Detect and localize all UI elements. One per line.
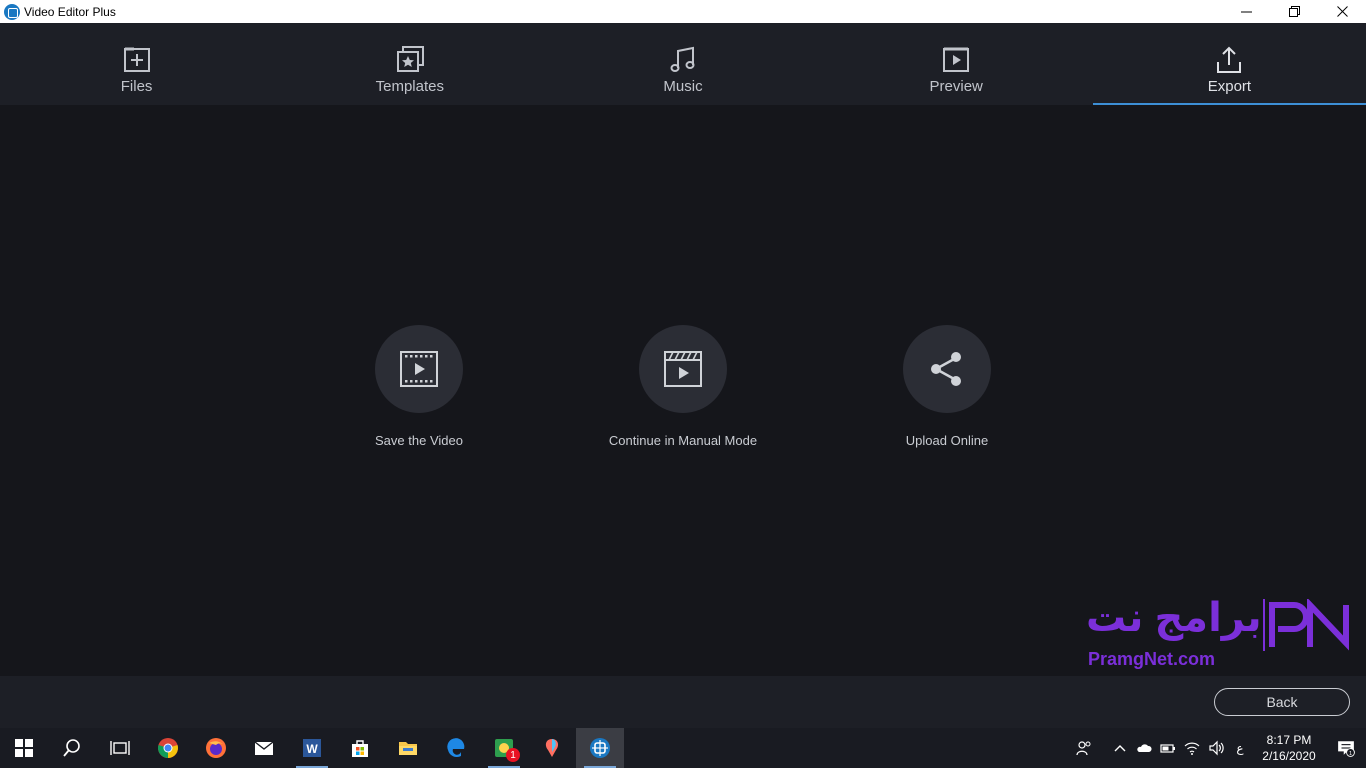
speaker-icon — [1209, 740, 1224, 756]
edge-icon — [447, 738, 465, 758]
notification-count: 1 — [1349, 751, 1352, 757]
main-nav: Files Templates Music Preview Export — [0, 23, 1366, 105]
tab-files-label: Files — [120, 78, 153, 95]
taskbar-paint-3d[interactable] — [528, 728, 576, 768]
taskbar-store[interactable] — [336, 728, 384, 768]
manual-mode-label: Continue in Manual Mode — [608, 433, 758, 448]
people-icon — [1076, 741, 1091, 756]
input-language-indicator[interactable]: ع — [1228, 741, 1252, 755]
people-button[interactable] — [1072, 728, 1096, 768]
export-panel: Save the Video Continue in Manual Mode U… — [0, 105, 1366, 676]
show-hidden-icons-button[interactable] — [1108, 728, 1132, 768]
chrome-icon — [158, 738, 178, 758]
upload-online-label: Upload Online — [905, 433, 989, 448]
taskbar-edge[interactable] — [432, 728, 480, 768]
restore-button[interactable] — [1270, 0, 1318, 23]
tab-preview[interactable]: Preview — [820, 23, 1093, 105]
manual-mode-option[interactable]: Continue in Manual Mode — [563, 325, 803, 448]
taskbar-word[interactable]: W — [288, 728, 336, 768]
system-tray: ع 8:17 PM 2/16/2020 1 — [1072, 728, 1366, 768]
word-icon: W — [303, 739, 321, 757]
action-center-button[interactable]: 1 — [1326, 728, 1366, 768]
upload-online-option[interactable]: Upload Online — [827, 325, 1067, 448]
restore-icon — [1288, 6, 1300, 17]
start-button[interactable] — [0, 728, 48, 768]
tab-templates-label: Templates — [375, 78, 444, 95]
tab-music-label: Music — [663, 78, 703, 95]
search-icon — [63, 739, 80, 757]
taskbar-photos-app[interactable]: 1 — [480, 728, 528, 768]
taskbar-firefox[interactable] — [192, 728, 240, 768]
battery-button[interactable] — [1156, 728, 1180, 768]
tab-preview-label: Preview — [929, 78, 983, 95]
minimize-button[interactable] — [1222, 0, 1270, 23]
add-file-icon — [123, 47, 150, 72]
pn-logo-icon — [1263, 599, 1349, 651]
pramgnet-watermark: برامج نت PramgNet.com — [1086, 595, 1366, 675]
clapperboard-icon — [664, 351, 702, 387]
save-video-label: Save the Video — [375, 433, 463, 448]
watermark-latin-text: PramgNet.com — [1088, 649, 1216, 669]
notification-icon: 1 — [1338, 741, 1355, 757]
tab-export[interactable]: Export — [1092, 23, 1366, 105]
minimize-icon — [1240, 11, 1252, 13]
search-button[interactable] — [48, 728, 96, 768]
window-title: Video Editor Plus — [24, 4, 116, 19]
tab-templates[interactable]: Templates — [273, 23, 546, 105]
export-upload-icon — [1217, 46, 1242, 73]
save-video-option[interactable]: Save the Video — [299, 325, 539, 448]
file-explorer-icon — [399, 742, 417, 755]
volume-button[interactable] — [1204, 728, 1228, 768]
templates-star-icon — [396, 46, 424, 72]
taskbar-mail[interactable] — [240, 728, 288, 768]
window-controls — [1222, 0, 1366, 23]
tab-files[interactable]: Files — [0, 23, 273, 105]
watermark-arabic-text: برامج نت — [1086, 596, 1262, 640]
task-view-button[interactable] — [96, 728, 144, 768]
title-bar: Video Editor Plus — [0, 0, 1366, 23]
photos-notification-badge: 1 — [506, 748, 520, 762]
music-note-icon — [670, 46, 695, 72]
save-video-button[interactable] — [375, 325, 463, 413]
taskbar-video-editor-plus[interactable] — [576, 728, 624, 768]
windows-start-icon — [15, 739, 33, 757]
windows-taskbar: W 1 ع 8:17 PM 2/16/2020 1 — [0, 728, 1366, 768]
onedrive-button[interactable] — [1132, 728, 1156, 768]
taskbar-chrome[interactable] — [144, 728, 192, 768]
footer-bar: Back — [0, 676, 1366, 728]
upload-online-button[interactable] — [903, 325, 991, 413]
mail-icon — [254, 741, 274, 755]
share-icon — [931, 352, 961, 386]
close-button[interactable] — [1318, 0, 1366, 23]
clock-date: 2/16/2020 — [1262, 749, 1316, 763]
wifi-icon — [1184, 742, 1200, 755]
manual-mode-button[interactable] — [639, 325, 727, 413]
taskbar-clock[interactable]: 8:17 PM 2/16/2020 — [1252, 732, 1326, 764]
wifi-button[interactable] — [1180, 728, 1204, 768]
svg-text:W: W — [306, 742, 318, 756]
chevron-up-icon — [1114, 745, 1126, 752]
tab-export-label: Export — [1207, 78, 1252, 95]
play-preview-icon — [943, 47, 970, 72]
store-icon — [352, 740, 368, 757]
close-icon — [1336, 6, 1348, 17]
taskbar-file-explorer[interactable] — [384, 728, 432, 768]
app-logo-icon — [4, 3, 20, 20]
tab-music[interactable]: Music — [546, 23, 819, 105]
firefox-icon — [206, 738, 226, 758]
task-view-icon — [110, 741, 130, 755]
clock-time: 8:17 PM — [1266, 733, 1312, 747]
back-button[interactable]: Back — [1214, 688, 1350, 716]
video-editor-plus-icon — [590, 738, 610, 758]
film-play-icon — [400, 351, 438, 387]
battery-icon — [1160, 744, 1175, 753]
cloud-icon — [1137, 744, 1152, 752]
paint-3d-icon — [545, 739, 559, 757]
